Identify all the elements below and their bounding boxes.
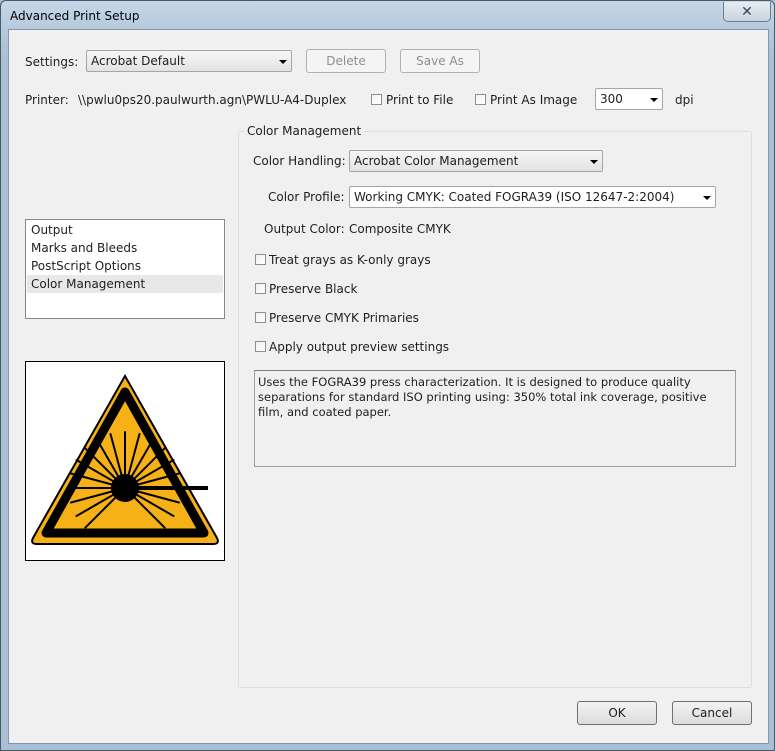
list-item-marks-and-bleeds[interactable]: Marks and Bleeds bbox=[27, 239, 223, 257]
settings-label: Settings: bbox=[25, 55, 79, 69]
dpi-dropdown[interactable]: 300 bbox=[595, 88, 663, 110]
cancel-button[interactable]: Cancel bbox=[672, 701, 752, 725]
color-profile-dropdown[interactable]: Working CMYK: Coated FOGRA39 (ISO 12647-… bbox=[349, 186, 716, 208]
printer-name: \\pwlu0ps20.paulwurth.agn\PWLU-A4-Duplex bbox=[78, 93, 347, 107]
print-as-image-checkbox[interactable] bbox=[475, 94, 486, 105]
color-handling-value: Acrobat Color Management bbox=[354, 154, 519, 168]
settings-dropdown[interactable]: Acrobat Default bbox=[86, 50, 292, 72]
laser-warning-icon bbox=[31, 373, 219, 545]
category-list[interactable]: Output Marks and Bleeds PostScript Optio… bbox=[25, 219, 225, 319]
chevron-down-icon bbox=[650, 98, 658, 102]
apply-output-preview-checkbox[interactable] bbox=[255, 341, 266, 352]
color-profile-value: Working CMYK: Coated FOGRA39 (ISO 12647-… bbox=[354, 190, 675, 204]
treat-grays-label: Treat grays as K-only grays bbox=[269, 253, 431, 267]
preview-image bbox=[25, 361, 225, 561]
print-to-file-label: Print to File bbox=[386, 93, 454, 107]
preserve-cmyk-primaries-checkbox[interactable] bbox=[255, 312, 266, 323]
profile-description: Uses the FOGRA39 press characterization.… bbox=[254, 370, 736, 467]
preserve-cmyk-primaries-label: Preserve CMYK Primaries bbox=[269, 311, 419, 325]
color-profile-label: Color Profile: bbox=[268, 190, 345, 204]
color-handling-dropdown[interactable]: Acrobat Color Management bbox=[349, 150, 603, 172]
close-icon: ✕ bbox=[741, 3, 753, 20]
printer-label: Printer: bbox=[25, 93, 69, 107]
preserve-black-checkbox[interactable] bbox=[255, 283, 266, 294]
print-as-image-label: Print As Image bbox=[490, 93, 578, 107]
ok-button[interactable]: OK bbox=[577, 701, 657, 725]
dpi-label: dpi bbox=[675, 93, 694, 107]
list-item-postscript-options[interactable]: PostScript Options bbox=[27, 257, 223, 275]
dialog-body: Settings: Acrobat Default Delete Save As… bbox=[8, 29, 769, 744]
output-color-value: Composite CMYK bbox=[349, 222, 451, 236]
color-handling-label: Color Handling: bbox=[253, 154, 346, 168]
chevron-down-icon bbox=[703, 196, 711, 200]
chevron-down-icon bbox=[590, 160, 598, 164]
window-title: Advanced Print Setup bbox=[10, 9, 140, 23]
list-item-color-management[interactable]: Color Management bbox=[27, 275, 223, 293]
dialog-window: Advanced Print Setup ✕ Settings: Acrobat… bbox=[0, 0, 775, 751]
delete-button[interactable]: Delete bbox=[306, 49, 386, 73]
dpi-value: 300 bbox=[600, 92, 623, 106]
group-heading: Color Management bbox=[244, 124, 365, 138]
output-color-label: Output Color: bbox=[264, 222, 345, 236]
list-item-output[interactable]: Output bbox=[27, 221, 223, 239]
settings-value: Acrobat Default bbox=[91, 54, 185, 68]
close-button[interactable]: ✕ bbox=[723, 2, 771, 22]
preserve-black-label: Preserve Black bbox=[269, 282, 358, 296]
save-as-button[interactable]: Save As bbox=[400, 49, 480, 73]
print-to-file-checkbox[interactable] bbox=[371, 94, 382, 105]
chevron-down-icon bbox=[279, 60, 287, 64]
apply-output-preview-label: Apply output preview settings bbox=[269, 340, 450, 354]
treat-grays-checkbox[interactable] bbox=[255, 254, 266, 265]
